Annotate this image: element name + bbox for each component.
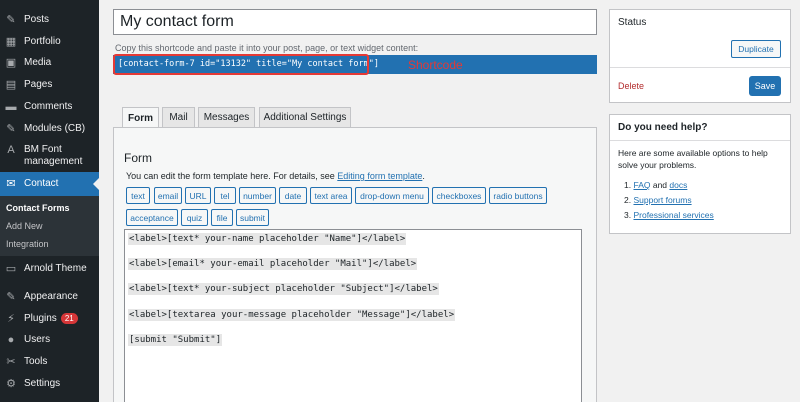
shortcode-highlight-box xyxy=(113,54,369,75)
sidebar-item-label: Portfolio xyxy=(24,36,61,47)
mail-icon: ✉ xyxy=(6,178,16,190)
tag-button-quiz[interactable]: quiz xyxy=(181,209,208,226)
status-title: Status xyxy=(618,17,647,28)
tag-button-email[interactable]: email xyxy=(154,187,182,204)
help-title: Do you need help? xyxy=(618,122,708,133)
sidebar-item-bm-font[interactable]: A BM Font management xyxy=(0,144,99,168)
editing-form-template-link[interactable]: Editing form template xyxy=(337,171,422,181)
settings-icon: ⚙ xyxy=(6,378,16,390)
form-description-suffix: . xyxy=(422,171,425,181)
tag-button-date[interactable]: date xyxy=(279,187,307,204)
form-title-input[interactable] xyxy=(113,9,597,35)
help-description: Here are some available options to help … xyxy=(618,148,768,170)
tag-button-tel[interactable]: tel xyxy=(214,187,236,204)
sidebar-item-tools[interactable]: ✂ Tools xyxy=(0,356,99,368)
sidebar-item-arnold-theme[interactable]: ▭ Arnold Theme xyxy=(0,263,99,275)
code-line: <label>[textarea your-message placeholde… xyxy=(128,309,456,321)
help-item-number: 2. xyxy=(624,195,632,205)
tag-button-submit[interactable]: submit xyxy=(236,209,269,226)
plugins-update-badge: 21 xyxy=(60,313,78,324)
divider xyxy=(610,67,790,68)
sidebar-item-label: Media xyxy=(24,57,52,68)
pages-icon: ▤ xyxy=(5,79,17,91)
users-icon: ● xyxy=(7,334,15,346)
help-item-connector: and xyxy=(650,180,670,190)
faq-link[interactable]: FAQ xyxy=(633,180,650,190)
help-item-number: 3. xyxy=(624,210,632,220)
sidebar-item-label: Tools xyxy=(24,356,48,367)
sidebar-item-label: Settings xyxy=(24,378,61,389)
help-item-professional: 3. Professional services xyxy=(624,210,714,220)
shortcode-annotation: Shortcode xyxy=(408,58,463,72)
sidebar-item-plugins[interactable]: ⚡ Plugins 21 xyxy=(0,313,99,325)
sidebar-item-contact[interactable]: ✉ Contact xyxy=(0,172,99,196)
docs-link[interactable]: docs xyxy=(669,180,687,190)
tag-button-acceptance[interactable]: acceptance xyxy=(126,209,178,226)
tag-button-number[interactable]: number xyxy=(239,187,276,204)
sidebar-item-users[interactable]: ● Users xyxy=(0,334,99,346)
tab-mail[interactable]: Mail xyxy=(162,107,195,128)
wrench-icon: ✂ xyxy=(6,356,16,368)
sidebar-item-label: Pages xyxy=(24,79,53,90)
tab-messages[interactable]: Messages xyxy=(198,107,255,128)
plugin-icon: ⚡ xyxy=(7,313,15,325)
tag-button-file[interactable]: file xyxy=(211,209,233,226)
sidebar-item-label: Comments xyxy=(24,101,73,112)
font-icon: A xyxy=(7,144,15,156)
tag-button-checkboxes[interactable]: checkboxes xyxy=(432,187,486,204)
help-item-number: 1. xyxy=(624,180,632,190)
tag-button-radio[interactable]: radio buttons xyxy=(489,187,547,204)
form-heading: Form xyxy=(124,151,152,165)
tag-button-text[interactable]: text xyxy=(126,187,150,204)
media-icon: ▣ xyxy=(5,57,17,69)
sidebar-item-comments[interactable]: ▬ Comments xyxy=(0,101,99,113)
sidebar-item-label: Users xyxy=(24,334,51,345)
submenu-integration[interactable]: Integration xyxy=(6,239,49,249)
theme-icon: ▭ xyxy=(5,263,17,275)
tag-button-dropdown[interactable]: drop-down menu xyxy=(355,187,429,204)
sidebar-item-label: Appearance xyxy=(24,291,78,302)
support-forums-link[interactable]: Support forums xyxy=(633,195,691,205)
sidebar-item-pages[interactable]: ▤ Pages xyxy=(0,79,99,91)
save-button[interactable]: Save xyxy=(749,76,781,96)
delete-link[interactable]: Delete xyxy=(618,81,644,91)
sidebar-item-posts[interactable]: ✎ Posts xyxy=(0,14,99,26)
tag-button-url[interactable]: URL xyxy=(185,187,211,204)
tab-additional-settings[interactable]: Additional Settings xyxy=(259,107,351,128)
sidebar-item-label: Contact xyxy=(24,178,59,189)
help-item-faq: 1. FAQ and docs xyxy=(624,180,687,190)
pin-icon: ✎ xyxy=(6,123,16,135)
sidebar-item-settings[interactable]: ⚙ Settings xyxy=(0,378,99,390)
tag-button-textarea[interactable]: text area xyxy=(310,187,352,204)
help-item-support: 2. Support forums xyxy=(624,195,692,205)
sidebar-item-label: Posts xyxy=(24,14,50,25)
duplicate-button[interactable]: Duplicate xyxy=(731,40,781,58)
sidebar-item-appearance[interactable]: ✎ Appearance xyxy=(0,291,99,303)
sidebar-item-media[interactable]: ▣ Media xyxy=(0,57,99,69)
admin-sidebar: ✎ Posts ▦ Portfolio ▣ Media ▤ Pages ▬ Co… xyxy=(0,0,99,402)
submenu-add-new[interactable]: Add New xyxy=(6,221,43,231)
code-line: <label>[email* your-email placeholder "M… xyxy=(128,258,418,270)
shortcode-hint: Copy this shortcode and paste it into yo… xyxy=(115,43,419,53)
sidebar-item-portfolio[interactable]: ▦ Portfolio xyxy=(0,36,99,48)
comments-icon: ▬ xyxy=(5,101,17,113)
professional-services-link[interactable]: Professional services xyxy=(633,210,713,220)
active-indicator xyxy=(93,178,99,190)
sidebar-item-modules[interactable]: ✎ Modules (CB) xyxy=(0,123,99,135)
form-description: You can edit the form template here. For… xyxy=(126,171,425,181)
sidebar-item-label: Modules (CB) xyxy=(24,123,86,134)
code-line: <label>[text* your-subject placeholder "… xyxy=(128,283,439,295)
code-line: <label>[text* your-name placeholder "Nam… xyxy=(128,233,407,245)
sidebar-item-label: Plugins xyxy=(24,313,57,324)
divider xyxy=(610,140,790,141)
brush-icon: ✎ xyxy=(6,291,16,303)
submenu-contact-forms[interactable]: Contact Forms xyxy=(6,203,70,213)
sidebar-item-label: BM Font management xyxy=(24,144,83,167)
form-description-text: You can edit the form template here. For… xyxy=(126,171,338,181)
portfolio-icon: ▦ xyxy=(5,36,17,48)
sidebar-item-label: Arnold Theme xyxy=(24,263,87,274)
code-line: [submit "Submit"] xyxy=(128,334,223,346)
tab-form[interactable]: Form xyxy=(122,107,159,129)
pin-icon: ✎ xyxy=(6,14,16,26)
